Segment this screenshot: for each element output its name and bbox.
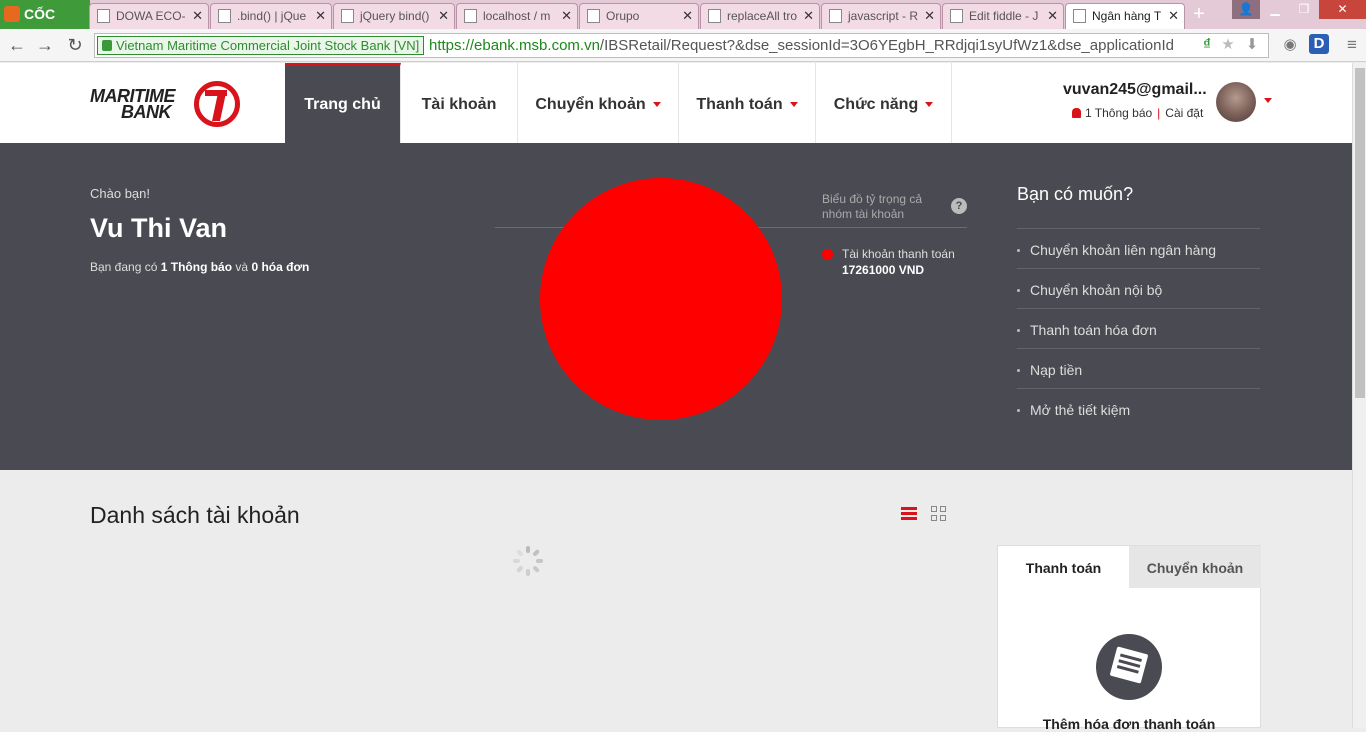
- summary-bills: 0 hóa đơn: [251, 260, 310, 274]
- reload-button[interactable]: ↻: [64, 34, 86, 56]
- user-email[interactable]: vuvan245@gmail...: [1063, 81, 1207, 99]
- browser-tab[interactable]: Orupo ✕: [579, 3, 699, 29]
- close-icon[interactable]: ✕: [682, 4, 693, 28]
- notifications-link[interactable]: 1 Thông báo: [1085, 106, 1152, 120]
- user-menu-chevron-icon[interactable]: [1264, 98, 1272, 103]
- quick-action-open-savings[interactable]: Mở thẻ tiết kiệm: [1017, 388, 1260, 428]
- extension-d-icon[interactable]: D: [1309, 34, 1329, 54]
- user-links: 1 Thông báo | Cài đặt: [1072, 106, 1203, 120]
- quick-action-interbank-transfer[interactable]: Chuyển khoản liên ngân hàng: [1017, 228, 1260, 268]
- bill-icon: [1096, 634, 1162, 700]
- back-button[interactable]: ←: [6, 34, 28, 56]
- browser-tab-strip: CỐC CỐC DOWA ECO-✕ .bind() | jQue✕ jQuer…: [0, 0, 1366, 51]
- lock-icon: [102, 40, 112, 51]
- close-icon[interactable]: ✕: [561, 4, 572, 28]
- google-icon: [708, 9, 721, 23]
- extension-icon[interactable]: ◉: [1279, 34, 1301, 56]
- close-icon[interactable]: ✕: [924, 4, 935, 28]
- account-pie-chart: [540, 178, 782, 420]
- help-icon[interactable]: ?: [951, 198, 967, 214]
- page-icon: [464, 9, 477, 23]
- nav-accounts[interactable]: Tài khoản: [401, 63, 518, 143]
- accounts-title: Danh sách tài khoản: [90, 502, 300, 528]
- page-icon: [1073, 9, 1086, 23]
- browser-tab-active[interactable]: Ngân hàng T ✕: [1065, 3, 1185, 29]
- pie-slice: [540, 178, 782, 420]
- chevron-down-icon: [925, 102, 934, 108]
- bookmark-star-icon[interactable]: ★: [1217, 34, 1239, 56]
- bank-logo-mark-icon: [194, 81, 240, 127]
- close-icon[interactable]: ✕: [1168, 4, 1179, 28]
- close-icon[interactable]: ✕: [438, 4, 449, 28]
- close-icon[interactable]: ✕: [803, 4, 814, 28]
- quick-action-pay-bill[interactable]: Thanh toán hóa đơn: [1017, 308, 1260, 348]
- hero-banner: Chào bạn! Vu Thi Van Bạn đang có 1 Thông…: [0, 143, 1352, 470]
- page-icon: [587, 9, 600, 23]
- nav-functions[interactable]: Chức năng: [816, 63, 952, 143]
- tab-payment[interactable]: Thanh toán: [998, 546, 1129, 588]
- address-bar: ← → ↻ Vietnam Maritime Commercial Joint …: [0, 29, 1366, 62]
- browser-tab[interactable]: Edit fiddle - J ✕: [942, 3, 1064, 29]
- list-view-icon[interactable]: [901, 507, 917, 521]
- browser-tab[interactable]: jQuery bind() ✕: [333, 3, 455, 29]
- bell-icon: [1072, 108, 1081, 118]
- minimize-button[interactable]: ▁: [1261, 0, 1289, 19]
- quick-actions-list: Chuyển khoản liên ngân hàng Chuyển khoản…: [1017, 228, 1260, 428]
- chevron-down-icon: [652, 102, 661, 108]
- browser-tab[interactable]: javascript - R ✕: [821, 3, 941, 29]
- close-icon[interactable]: ✕: [1047, 4, 1058, 28]
- browser-brand[interactable]: CỐC CỐC: [0, 0, 90, 51]
- coccoc-currency-icon[interactable]: ₫: [1196, 34, 1218, 56]
- settings-link[interactable]: Cài đặt: [1165, 106, 1203, 120]
- profile-icon[interactable]: 👤: [1232, 0, 1260, 19]
- legend-dot: [822, 249, 833, 260]
- add-bill-link[interactable]: Thêm hóa đơn thanh toán: [998, 716, 1260, 732]
- page-icon: [218, 9, 231, 23]
- close-icon[interactable]: ✕: [192, 4, 203, 28]
- page-icon: [97, 9, 110, 23]
- separator: |: [1157, 106, 1161, 120]
- legend-value: 17261000 VND: [842, 263, 925, 277]
- browser-tab[interactable]: DOWA ECO- ✕: [89, 3, 209, 29]
- close-window-button[interactable]: ✕: [1319, 0, 1366, 19]
- ev-certificate-badge[interactable]: Vietnam Maritime Commercial Joint Stock …: [97, 36, 425, 55]
- page-icon: [341, 9, 354, 23]
- greeting: Chào bạn!: [90, 186, 150, 201]
- avatar[interactable]: [1216, 82, 1256, 122]
- nav-payment[interactable]: Thanh toán: [679, 63, 816, 143]
- quick-action-internal-transfer[interactable]: Chuyển khoản nội bộ: [1017, 268, 1260, 308]
- close-icon[interactable]: ✕: [315, 4, 326, 28]
- chevron-down-icon: [789, 102, 798, 108]
- new-tab-button[interactable]: +: [1186, 4, 1212, 26]
- url-text[interactable]: https://ebank.msb.com.vn/IBSRetail/Reque…: [429, 37, 1204, 54]
- page-scrollbar[interactable]: [1352, 63, 1366, 728]
- url-field[interactable]: Vietnam Maritime Commercial Joint Stock …: [94, 33, 1269, 58]
- menu-icon[interactable]: ≡: [1341, 34, 1363, 56]
- nav-home[interactable]: Trang chủ: [285, 63, 401, 143]
- browser-tab[interactable]: replaceAll tro ✕: [700, 3, 820, 29]
- chart-title: Biểu đồ tỷ trọng cả nhóm tài khoản: [822, 192, 923, 221]
- cloud-icon: [950, 9, 963, 23]
- maximize-button[interactable]: ❐: [1290, 0, 1318, 19]
- bank-logo[interactable]: MARITIME BANK: [90, 87, 176, 121]
- nav-transfer[interactable]: Chuyển khoản: [518, 63, 679, 143]
- browser-tab[interactable]: .bind() | jQue ✕: [210, 3, 332, 29]
- customer-name: Vu Thi Van: [90, 213, 228, 243]
- tab-transfer[interactable]: Chuyển khoản: [1129, 546, 1261, 588]
- forward-button[interactable]: →: [34, 34, 56, 56]
- stackoverflow-icon: [829, 9, 842, 23]
- download-icon[interactable]: ⬇: [1241, 34, 1263, 56]
- quick-action-top-up[interactable]: Nạp tiền: [1017, 348, 1260, 388]
- coccoc-logo-icon: [4, 6, 20, 22]
- legend-label: Tài khoản thanh toán: [842, 247, 955, 261]
- quick-actions-title: Bạn có muốn?: [1017, 184, 1134, 204]
- site-header: MARITIME BANK Trang chủ Tài khoản Chuyển…: [0, 63, 1352, 143]
- summary-text: Bạn đang có 1 Thông báo và 0 hóa đơn: [90, 260, 310, 274]
- loading-spinner-icon: [513, 546, 543, 576]
- payment-transfer-panel: Thanh toán Chuyển khoản Thêm hóa đơn tha…: [997, 545, 1261, 732]
- summary-notifications: 1 Thông báo: [160, 260, 233, 274]
- grid-view-icon[interactable]: [931, 506, 947, 522]
- browser-tab[interactable]: localhost / m ✕: [456, 3, 578, 29]
- scrollbar-thumb[interactable]: [1355, 68, 1365, 398]
